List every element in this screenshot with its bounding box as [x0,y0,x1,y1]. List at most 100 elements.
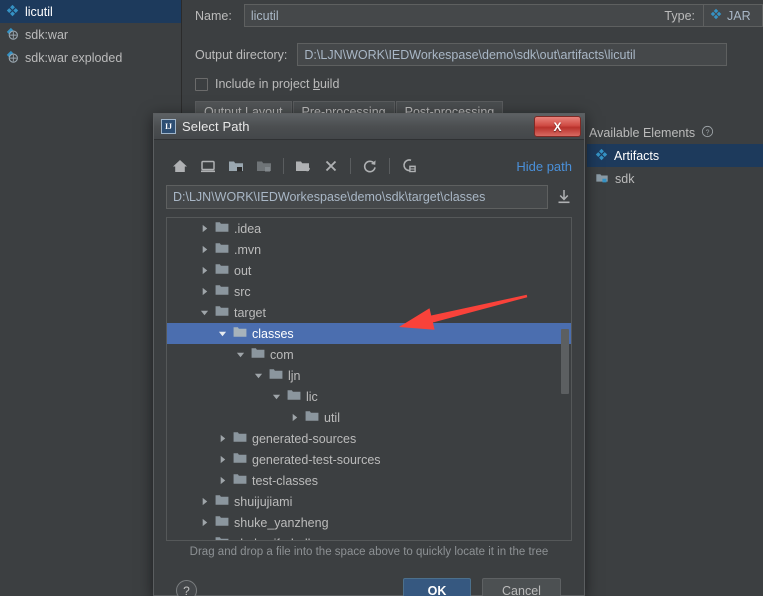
sidebar-item-licutil[interactable]: licutil [0,0,181,23]
intellij-logo-icon: IJ [161,119,176,134]
tree-row[interactable]: .mvn [167,239,571,260]
tree-row[interactable]: test-classes [167,470,571,491]
desktop-icon[interactable] [194,153,222,179]
directory-tree[interactable]: .idea .mvn out src target classes com ljn lic uti… [166,217,572,541]
toolbar-separator [350,158,351,174]
folder-icon [215,263,229,278]
tree-row-label: generated-test-sources [252,452,381,467]
refresh-icon[interactable] [356,153,384,179]
available-item-artifacts[interactable]: Artifacts [587,144,763,167]
tree-row[interactable]: .idea [167,218,571,239]
folder-icon [251,347,265,362]
folder-icon [215,284,229,299]
hide-path-link[interactable]: Hide path [516,159,572,174]
tree-row[interactable]: com [167,344,571,365]
chevron-down-icon[interactable] [251,371,265,380]
chevron-right-icon[interactable] [197,497,211,506]
folder-icon [305,410,319,425]
folder-icon [215,221,229,236]
tree-row[interactable]: lic [167,386,571,407]
chevron-right-icon[interactable] [197,287,211,296]
tree-row-label: target [234,305,266,320]
available-item-sdk[interactable]: sdk [587,167,763,190]
dialog-footer: ? OK Cancel [154,570,584,596]
tree-row-label: .mvn [234,242,262,257]
close-icon[interactable]: X [534,116,581,137]
download-arrow-icon[interactable] [556,188,572,206]
chevron-right-icon[interactable] [215,434,229,443]
delete-icon[interactable] [317,153,345,179]
include-in-project-build-checkbox[interactable] [195,77,208,91]
show-hidden-files-icon[interactable] [395,153,423,179]
help-icon[interactable]: ? [176,580,197,596]
type-row: Type: JAR [664,4,763,27]
new-folder-icon[interactable] [289,153,317,179]
chevron-right-icon[interactable] [197,539,211,540]
type-select[interactable]: JAR [703,4,763,27]
output-directory-row: Output directory: D:\LJN\WORK\IEDWorkesp… [195,43,763,66]
chevron-right-icon[interactable] [215,455,229,464]
folder-icon [233,473,247,488]
dialog-body: Hide path D:\LJN\WORK\IEDWorkespase\demo… [154,140,584,596]
tree-row[interactable]: generated-sources [167,428,571,449]
screen-root: licutil sdk:war sdk:war exploded Name: l… [0,0,763,596]
chevron-down-icon[interactable] [233,350,247,359]
output-directory-input[interactable]: D:\LJN\WORK\IEDWorkespase\demo\sdk\out\a… [297,43,728,66]
tree-row[interactable]: shukeyifadadh [167,533,571,541]
folder-icon [269,368,283,383]
include-in-project-build-row[interactable]: Include in project build [195,77,339,91]
tree-scrollbar[interactable] [561,219,570,539]
home-icon[interactable] [166,153,194,179]
chevron-right-icon[interactable] [215,476,229,485]
chevron-right-icon[interactable] [197,245,211,254]
chevron-down-icon[interactable] [269,392,283,401]
sidebar-item-sdk-war-exploded[interactable]: sdk:war exploded [0,46,181,69]
tree-scrollbar-thumb[interactable] [561,329,569,394]
include-in-project-build-label: Include in project build [215,77,340,91]
tree-row[interactable]: ljn [167,365,571,386]
chevron-right-icon[interactable] [197,518,211,527]
drag-drop-hint: Drag and drop a file into the space abov… [189,546,549,558]
tree-row[interactable]: src [167,281,571,302]
tree-row-label: lic [306,389,318,404]
dialog-titlebar[interactable]: IJ Select Path X [154,114,584,140]
folder-icon [215,242,229,257]
question-circle-icon[interactable]: ? [701,125,714,141]
cancel-button[interactable]: Cancel [482,578,561,596]
tree-row-label: ljn [288,368,301,383]
tree-row[interactable]: generated-test-sources [167,449,571,470]
type-value: JAR [727,8,751,23]
module-folder-icon[interactable] [250,153,278,179]
tree-row-label: shukeyifadadh [234,537,315,541]
sidebar-item-label: licutil [25,4,53,19]
tree-row-label: shuijujiami [234,494,293,509]
project-folder-icon[interactable] [222,153,250,179]
sidebar-item-sdk-war[interactable]: sdk:war [0,23,181,46]
artifact-jar-icon [6,4,19,20]
tree-row[interactable]: shuke_yanzheng [167,512,571,533]
sidebar-item-label: sdk:war exploded [25,50,123,65]
artifact-jar-icon [710,8,722,23]
path-input[interactable]: D:\LJN\WORK\IEDWorkespase\demo\sdk\targe… [166,185,548,209]
ok-button[interactable]: OK [403,578,471,596]
artifact-war-exploded-icon [6,50,19,66]
type-label: Type: [664,8,695,23]
available-elements-header: Available Elements ? [587,122,763,144]
folder-icon [233,326,247,341]
folder-icon [215,494,229,509]
chevron-right-icon[interactable] [197,266,211,275]
tree-row[interactable]: classes [167,323,571,344]
tree-row[interactable]: target [167,302,571,323]
chevron-down-icon[interactable] [215,329,229,338]
name-input[interactable]: licutil [243,4,723,27]
folder-icon [215,515,229,530]
folder-icon [233,452,247,467]
chevron-right-icon[interactable] [197,224,211,233]
tree-row[interactable]: util [167,407,571,428]
chevron-down-icon[interactable] [197,308,211,317]
chevron-right-icon[interactable] [287,413,301,422]
sidebar-item-label: sdk:war [25,27,69,42]
tree-row[interactable]: out [167,260,571,281]
tree-row-label: .idea [234,221,262,236]
tree-row[interactable]: shuijujiami [167,491,571,512]
